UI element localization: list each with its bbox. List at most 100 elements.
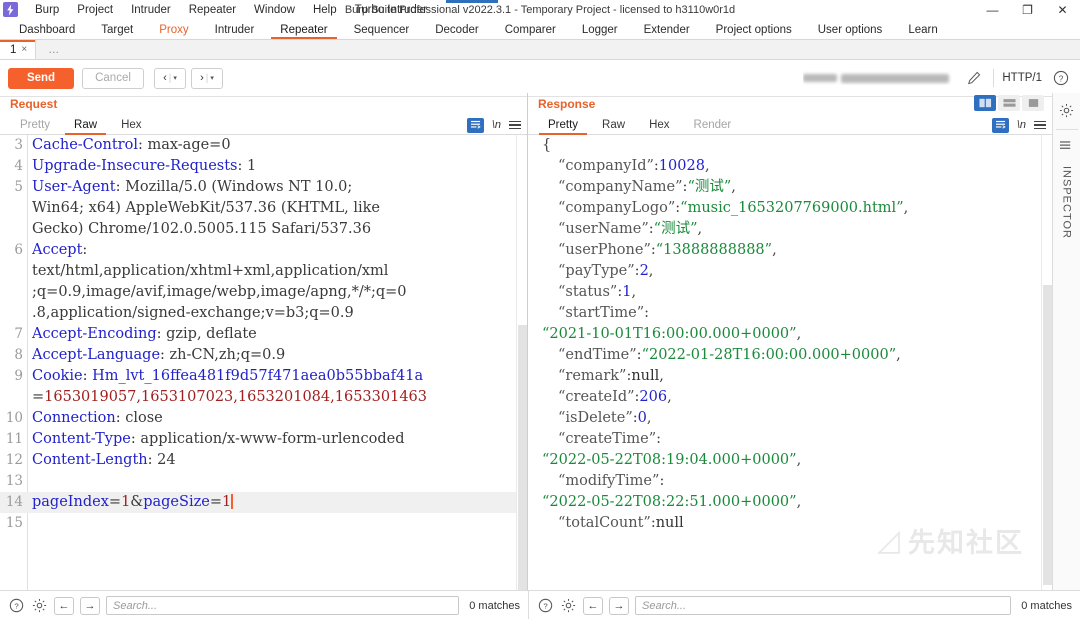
tab-repeater[interactable]: Repeater [267, 20, 340, 39]
maximize-button[interactable]: ❐ [1010, 0, 1045, 20]
response-scroll-thumb[interactable] [1043, 285, 1052, 585]
inspector-bars-icon[interactable] [1060, 138, 1073, 156]
burp-logo-icon [3, 2, 18, 17]
prev-request-button[interactable]: ‹ | ▾ [154, 67, 186, 89]
response-line-text: { [542, 137, 552, 153]
tab-learn[interactable]: Learn [895, 20, 950, 39]
layout-toggle-group [974, 95, 1044, 111]
menu-item-project[interactable]: Project [68, 1, 122, 19]
word-wrap-icon[interactable] [466, 117, 484, 133]
word-wrap-icon[interactable] [991, 117, 1009, 133]
response-scrollbar[interactable] [1041, 135, 1052, 590]
redacted-block [841, 73, 950, 83]
request-line-text [28, 471, 527, 492]
request-tab-hex[interactable]: Hex [109, 115, 153, 134]
response-code-line: { [528, 135, 1052, 156]
request-code-line: 10 Connection: close [0, 408, 527, 429]
http-version-label[interactable]: HTTP/1 [1002, 72, 1042, 84]
line-number: 15 [5, 515, 23, 531]
response-tab-raw[interactable]: Raw [590, 115, 637, 134]
menu-item-window[interactable]: Window [245, 1, 304, 19]
request-scrollbar[interactable] [516, 135, 527, 590]
response-tab-render[interactable]: Render [682, 115, 744, 134]
gear-icon[interactable] [31, 597, 48, 614]
menu-item-repeater[interactable]: Repeater [180, 1, 245, 19]
request-line-text: Gecko) Chrome/102.0.5005.115 Safari/537.… [32, 221, 372, 237]
response-search-input[interactable]: Search... [635, 596, 1012, 615]
menu-item-turbo-intruder[interactable]: Turbo Intruder [346, 1, 436, 19]
gear-icon[interactable] [560, 597, 577, 614]
send-button[interactable]: Send [8, 67, 74, 89]
response-tab-pretty[interactable]: Pretty [536, 115, 590, 135]
request-line-text: User-Agent: Mozilla/5.0 (Windows NT 10.0… [32, 179, 353, 195]
sidebar-divider [1055, 129, 1078, 130]
response-match-count: 0 matches [1021, 599, 1072, 612]
target-url-redacted[interactable] [803, 71, 953, 85]
request-menu-icon[interactable] [509, 120, 521, 130]
request-view-tabs: Pretty Raw Hex \n [0, 115, 527, 135]
repeater-tab-1[interactable]: 1 × [0, 40, 37, 59]
line-number: 9 [14, 368, 23, 384]
close-button[interactable]: ✕ [1045, 0, 1080, 20]
tab-target[interactable]: Target [88, 20, 146, 39]
request-line-text: ;q=0.9,image/avif,image/webp,image/apng,… [32, 284, 407, 300]
search-prev-button[interactable]: ← [54, 596, 74, 615]
status-bar: ? ← → Search... 0 matches ? ← → Search..… [0, 590, 1080, 619]
request-tab-pretty[interactable]: Pretty [8, 115, 62, 134]
request-code-line: text/html,application/xhtml+xml,applicat… [0, 261, 527, 282]
tab-decoder[interactable]: Decoder [422, 20, 491, 39]
tab-extender[interactable]: Extender [631, 20, 703, 39]
request-code-line: 15 [0, 513, 527, 534]
layout-split-horizontal-icon[interactable] [998, 95, 1020, 111]
help-icon[interactable]: ? [537, 597, 554, 614]
inspector-sidebar: INSPECTOR [1052, 93, 1080, 590]
search-prev-button[interactable]: ← [583, 596, 603, 615]
response-code-line: “2022-05-22T08:22:51.000+0000”, [528, 492, 1052, 513]
menu-bar: Burp Project Intruder Repeater Window He… [26, 1, 436, 19]
tab-user-options[interactable]: User options [805, 20, 896, 39]
close-icon[interactable]: × [21, 44, 27, 55]
layout-split-vertical-icon[interactable] [974, 95, 996, 111]
edit-target-button[interactable] [963, 67, 985, 89]
request-title: Request [10, 97, 58, 111]
next-request-button[interactable]: › | ▾ [191, 67, 223, 89]
request-code-line: 5 User-Agent: Mozilla/5.0 (Windows NT 10.… [0, 177, 527, 198]
line-number: 12 [5, 452, 23, 468]
response-line-text: “totalCount”:null [558, 515, 684, 531]
tab-project-options[interactable]: Project options [703, 20, 805, 39]
repeater-tab-add[interactable]: … [36, 40, 72, 59]
response-code-line: “2022-05-22T08:19:04.000+0000”, [528, 450, 1052, 471]
response-editor[interactable]: {“companyId”:10028, “companyName”:“测试”, “c… [528, 135, 1052, 590]
newline-toggle-icon[interactable]: \n [492, 119, 501, 131]
response-panel: Response Pretty Raw Hex Render \n {“com… [528, 93, 1052, 590]
menu-item-burp[interactable]: Burp [26, 1, 68, 19]
tab-dashboard[interactable]: Dashboard [6, 20, 88, 39]
request-scroll-thumb[interactable] [518, 325, 527, 590]
search-next-button[interactable]: → [80, 596, 100, 615]
search-next-button[interactable]: → [609, 596, 629, 615]
layout-single-pane-icon[interactable] [1022, 95, 1044, 111]
tab-sequencer[interactable]: Sequencer [341, 20, 423, 39]
svg-text:?: ? [543, 602, 548, 611]
redacted-block [803, 74, 838, 82]
tab-comparer[interactable]: Comparer [492, 20, 569, 39]
request-tab-raw[interactable]: Raw [62, 115, 109, 135]
inspector-label[interactable]: INSPECTOR [1061, 166, 1073, 239]
help-icon[interactable]: ? [1050, 67, 1072, 89]
menu-item-intruder[interactable]: Intruder [122, 1, 180, 19]
response-menu-icon[interactable] [1034, 120, 1046, 130]
tab-logger[interactable]: Logger [569, 20, 631, 39]
response-line-text: “isDelete”:0, [558, 410, 652, 426]
cancel-button[interactable]: Cancel [82, 67, 144, 89]
settings-gear-icon[interactable] [1056, 99, 1078, 121]
help-icon[interactable]: ? [8, 597, 25, 614]
minimize-button[interactable]: — [975, 0, 1010, 20]
menu-item-help[interactable]: Help [304, 1, 346, 19]
request-editor[interactable]: 3 Cache-Control: max-age=0 4 Upgrade-Insecu… [0, 135, 527, 590]
response-code-line: “startTime”: [528, 303, 1052, 324]
tab-proxy[interactable]: Proxy [146, 20, 201, 39]
response-tab-hex[interactable]: Hex [637, 115, 681, 134]
request-search-input[interactable]: Search... [106, 596, 460, 615]
tab-intruder[interactable]: Intruder [202, 20, 268, 39]
newline-toggle-icon[interactable]: \n [1017, 119, 1026, 131]
